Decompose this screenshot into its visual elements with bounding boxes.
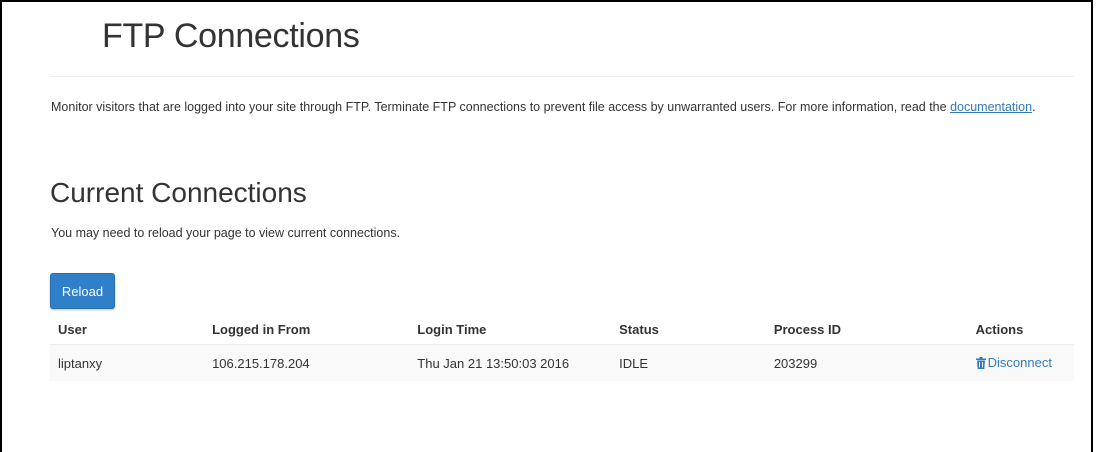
cell-logged-from: 106.215.178.204 [204,344,410,381]
trash-icon [975,356,986,372]
page-title: FTP Connections [102,17,360,55]
header-user: User [58,321,87,337]
page-frame: FTP Connections Monitor visitors that ar… [0,0,1093,452]
cell-actions: Disconnect [967,344,1074,381]
description-end: . [1032,100,1036,114]
connections-table: User Logged in From Login Time Status Pr… [50,314,1074,381]
disconnect-link[interactable]: Disconnect [975,354,1052,372]
title-divider [50,76,1074,77]
cell-status: IDLE [611,344,766,381]
table-header-row: User Logged in From Login Time Status Pr… [50,314,1074,345]
table-row: liptanxy 106.215.178.204 Thu Jan 21 13:5… [50,344,1074,381]
cell-user: liptanxy [50,344,205,381]
section-hint: You may need to reload your page to view… [51,226,401,240]
header-logged-from: Logged in From [212,321,311,337]
disconnect-label: Disconnect [987,354,1052,370]
reload-button[interactable]: Reload [50,273,115,309]
cell-process-id: 203299 [765,344,968,381]
header-actions: Actions [975,321,1024,337]
page-description: Monitor visitors that are logged into yo… [51,99,1051,115]
section-title: Current Connections [50,177,307,208]
header-login-time: Login Time [417,321,487,337]
documentation-link[interactable]: documentation [950,100,1032,114]
cell-login-time: Thu Jan 21 13:50:03 2016 [409,344,612,381]
header-process-id: Process ID [773,321,842,337]
description-text: Monitor visitors that are logged into yo… [51,100,951,114]
header-status: Status [619,321,659,337]
